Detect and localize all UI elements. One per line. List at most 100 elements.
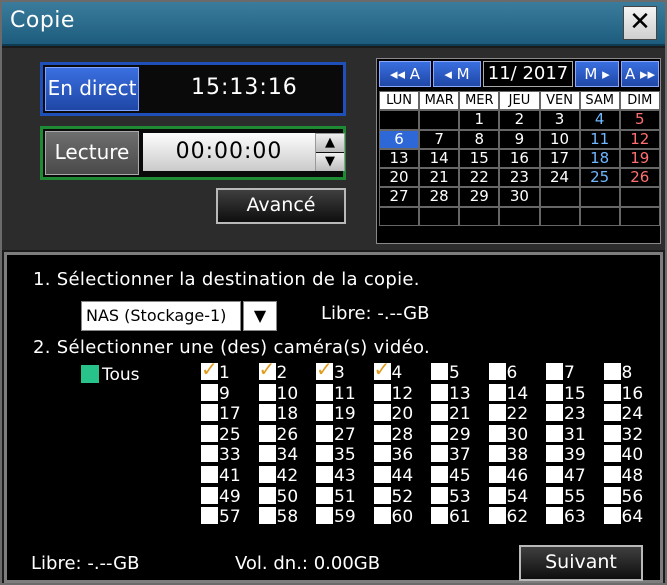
- camera-checkbox[interactable]: 34: [258, 445, 317, 466]
- camera-checkbox[interactable]: 18: [258, 404, 317, 425]
- camera-checkbox[interactable]: 50: [258, 486, 317, 508]
- camera-checkbox[interactable]: 42: [258, 465, 317, 487]
- camera-checkbox[interactable]: 58: [258, 507, 317, 528]
- camera-checkbox[interactable]: 64: [603, 507, 662, 528]
- camera-checkbox[interactable]: 26: [258, 424, 317, 446]
- camera-checkbox[interactable]: 8: [603, 363, 662, 384]
- camera-checkbox[interactable]: 19: [316, 404, 374, 425]
- camera-checkbox[interactable]: 37: [431, 445, 489, 466]
- camera-checkbox[interactable]: 59: [316, 507, 374, 528]
- camera-checkbox[interactable]: 54: [488, 486, 547, 508]
- camera-checkbox[interactable]: 41: [201, 465, 259, 487]
- spinner-down-icon[interactable]: ▼: [316, 153, 344, 171]
- camera-checkbox[interactable]: 61: [431, 507, 489, 528]
- calendar-day[interactable]: 25: [579, 168, 620, 188]
- prev-year-button[interactable]: ◂◂ A: [379, 61, 431, 87]
- camera-checkbox[interactable]: 63: [546, 507, 604, 528]
- calendar-day[interactable]: 30: [499, 187, 540, 207]
- camera-checkbox[interactable]: 60: [373, 507, 432, 528]
- camera-checkbox[interactable]: 22: [488, 404, 547, 425]
- next-month-button[interactable]: M ▸: [575, 61, 619, 87]
- camera-checkbox[interactable]: 1: [201, 359, 259, 384]
- calendar-day[interactable]: 17: [539, 148, 580, 169]
- camera-checkbox[interactable]: 53: [431, 486, 489, 508]
- calendar-day[interactable]: 16: [499, 148, 540, 169]
- camera-checkbox[interactable]: 17: [201, 404, 259, 425]
- camera-checkbox[interactable]: 28: [373, 424, 432, 446]
- calendar-day[interactable]: 11: [579, 129, 620, 149]
- camera-checkbox[interactable]: 45: [431, 465, 489, 487]
- camera-checkbox[interactable]: 6: [488, 363, 547, 384]
- camera-checkbox[interactable]: 11: [316, 383, 374, 405]
- camera-checkbox[interactable]: 13: [431, 383, 489, 405]
- calendar-day[interactable]: 15: [459, 148, 500, 169]
- playback-time-field[interactable]: 00:00:00: [143, 133, 315, 171]
- calendar-day[interactable]: 2: [499, 110, 540, 130]
- calendar-day[interactable]: 22: [459, 168, 500, 188]
- camera-checkbox[interactable]: 10: [258, 383, 317, 405]
- calendar-day[interactable]: 18: [579, 148, 620, 169]
- camera-checkbox[interactable]: 49: [201, 486, 259, 508]
- camera-checkbox[interactable]: 51: [316, 486, 374, 508]
- camera-checkbox[interactable]: 57: [201, 507, 259, 528]
- calendar-day[interactable]: 4: [579, 110, 620, 130]
- calendar-day[interactable]: 13: [379, 148, 420, 169]
- camera-checkbox[interactable]: 5: [431, 363, 489, 384]
- camera-checkbox[interactable]: 29: [431, 424, 489, 446]
- calendar-day[interactable]: 6: [379, 129, 420, 149]
- camera-checkbox[interactable]: 39: [546, 445, 604, 466]
- camera-checkbox[interactable]: 47: [546, 465, 604, 487]
- camera-checkbox[interactable]: 7: [546, 363, 604, 384]
- camera-checkbox[interactable]: 33: [201, 445, 259, 466]
- camera-checkbox[interactable]: 23: [546, 404, 604, 425]
- calendar-day[interactable]: 26: [619, 168, 660, 188]
- camera-checkbox[interactable]: 21: [431, 404, 489, 425]
- camera-checkbox[interactable]: 36: [373, 445, 432, 466]
- prev-month-button[interactable]: ◂ M: [433, 61, 481, 87]
- calendar-day[interactable]: 5: [619, 110, 660, 130]
- camera-checkbox[interactable]: 14: [488, 383, 547, 405]
- calendar-day[interactable]: 24: [539, 168, 580, 188]
- camera-checkbox[interactable]: 46: [488, 465, 547, 487]
- camera-checkbox[interactable]: 27: [316, 424, 374, 446]
- camera-checkbox[interactable]: 48: [603, 465, 662, 487]
- camera-checkbox[interactable]: 25: [201, 424, 259, 446]
- camera-checkbox[interactable]: 43: [316, 465, 374, 487]
- camera-checkbox[interactable]: 32: [603, 424, 662, 446]
- calendar-day[interactable]: 29: [459, 187, 500, 207]
- calendar-day[interactable]: 10: [539, 129, 580, 149]
- advanced-button[interactable]: Avancé: [216, 188, 346, 224]
- camera-checkbox[interactable]: 16: [603, 383, 662, 405]
- camera-checkbox[interactable]: 35: [316, 445, 374, 466]
- calendar-day[interactable]: 9: [499, 129, 540, 149]
- spinner-up-icon[interactable]: ▲: [316, 134, 344, 152]
- camera-checkbox[interactable]: 2: [258, 359, 317, 384]
- calendar-day[interactable]: 28: [419, 187, 460, 207]
- live-button[interactable]: En direct: [45, 67, 139, 111]
- camera-checkbox[interactable]: 55: [546, 486, 604, 508]
- next-button[interactable]: Suivant: [519, 545, 643, 581]
- calendar-day[interactable]: 1: [459, 110, 500, 130]
- camera-checkbox[interactable]: 44: [373, 465, 432, 487]
- camera-checkbox[interactable]: 9: [201, 383, 259, 405]
- calendar-day[interactable]: 21: [419, 168, 460, 188]
- calendar-day[interactable]: 27: [379, 187, 420, 207]
- calendar-day[interactable]: 3: [539, 110, 580, 130]
- camera-checkbox[interactable]: 15: [546, 383, 604, 405]
- calendar-day[interactable]: 14: [419, 148, 460, 169]
- calendar-day[interactable]: 20: [379, 168, 420, 188]
- close-button[interactable]: ✕: [623, 6, 657, 40]
- destination-select[interactable]: NAS (Stockage-1): [81, 301, 241, 331]
- calendar-day[interactable]: 19: [619, 148, 660, 169]
- camera-checkbox[interactable]: 31: [546, 424, 604, 446]
- camera-checkbox[interactable]: 4: [373, 359, 432, 384]
- next-year-button[interactable]: A ▸▸: [621, 61, 659, 87]
- chevron-down-icon[interactable]: ▼: [243, 301, 277, 331]
- camera-checkbox[interactable]: 3: [316, 359, 374, 384]
- all-cameras-checkbox[interactable]: Tous: [81, 365, 140, 385]
- camera-checkbox[interactable]: 56: [603, 486, 662, 508]
- camera-checkbox[interactable]: 12: [373, 383, 432, 405]
- camera-checkbox[interactable]: 24: [603, 404, 662, 425]
- calendar-day[interactable]: 23: [499, 168, 540, 188]
- calendar-day[interactable]: 7: [419, 129, 460, 149]
